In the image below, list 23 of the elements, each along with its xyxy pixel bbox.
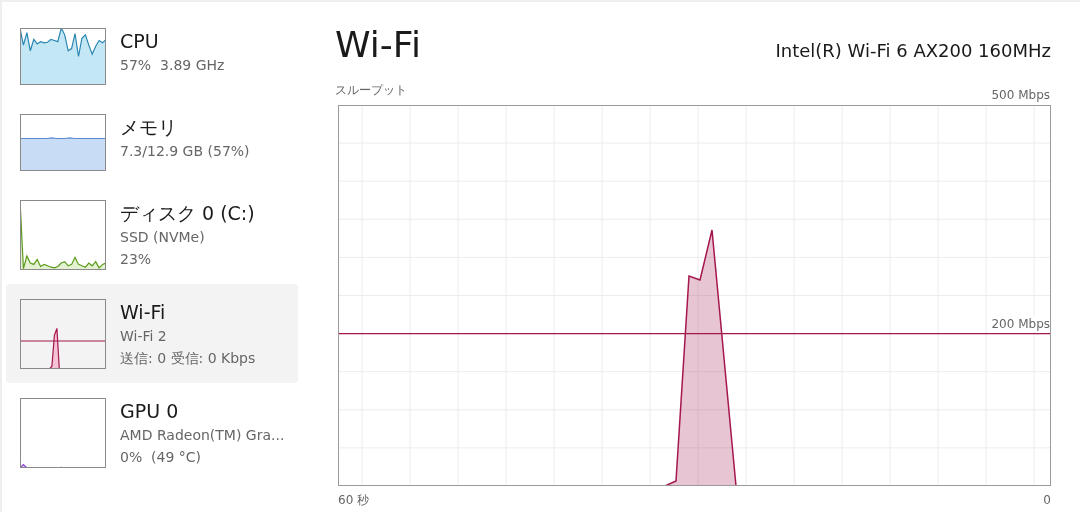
item-title: GPU 0: [120, 399, 180, 424]
item-detail: 57% 3.89 GHz: [120, 56, 225, 75]
item-detail: SSD (NVMe): [120, 228, 206, 247]
adapter-name: Intel(R) Wi-Fi 6 AX200 160MHz: [775, 40, 1051, 61]
item-title: メモリ: [120, 115, 178, 140]
item-detail: 送信: 0 受信: 0 Kbps: [120, 349, 256, 368]
time-span-label: 0: [1043, 492, 1051, 508]
sidebar-item[interactable]: ディスク 0 (C:) SSD (NVMe) 23%: [6, 185, 298, 284]
sidebar-item[interactable]: メモリ 7.3/12.9 GB (57%): [6, 99, 298, 185]
item-detail: 23%: [120, 250, 153, 269]
time-span-label: 60 秒: [338, 492, 370, 508]
sidebar-item[interactable]: CPU 57% 3.89 GHz: [6, 13, 298, 99]
item-title: CPU: [120, 29, 160, 54]
item-detail: AMD Radeon(TM) Gra...: [120, 426, 284, 445]
item-detail: 0% (49 °C): [120, 448, 203, 467]
item-detail: Wi-Fi 2: [120, 327, 168, 346]
sidebar-item[interactable]: Wi-Fi Wi-Fi 2 送信: 0 受信: 0 Kbps: [6, 284, 298, 383]
graph-label: スループット: [335, 82, 407, 98]
sidebar-item[interactable]: GPU 0 AMD Radeon(TM) Gra... 0% (49 °C): [6, 383, 298, 482]
item-detail: 7.3/12.9 GB (57%): [120, 142, 250, 161]
item-title: Wi-Fi: [120, 300, 167, 325]
item-title: ディスク 0 (C:): [120, 201, 255, 226]
panel-title: Wi-Fi: [335, 23, 421, 67]
